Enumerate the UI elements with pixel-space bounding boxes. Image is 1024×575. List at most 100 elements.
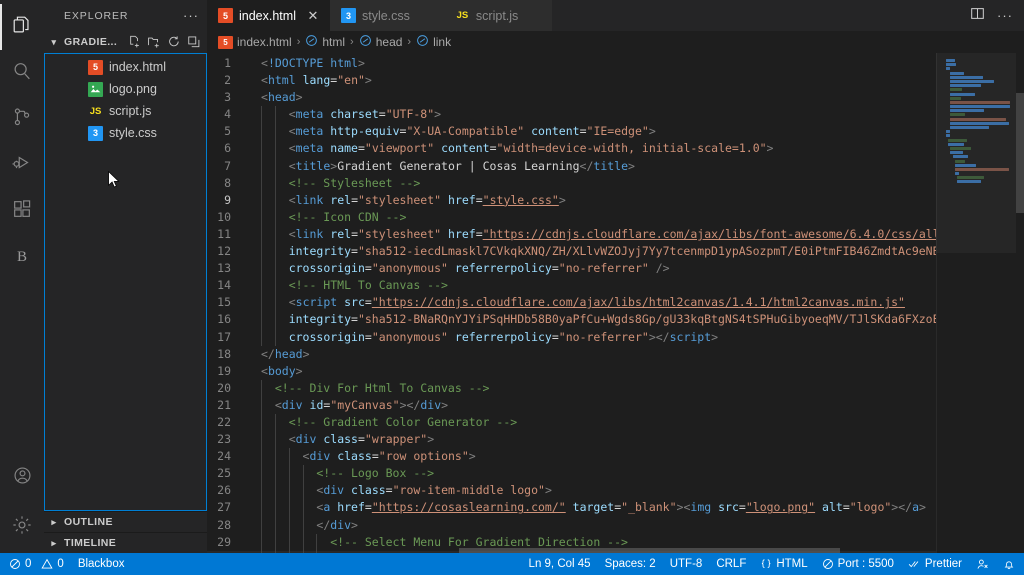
scrollbar-thumb[interactable] [1016,93,1024,213]
line-content: <html lang="en"> [251,72,372,89]
code-line[interactable]: 7 <title>Gradient Generator | Cosas Lear… [207,158,936,175]
editor-tabs: 5 index.html ✕ 3 style.css JS script.js [207,0,1024,31]
code-line[interactable]: 26 <div class="row-item-middle logo"> [207,482,936,499]
code-line[interactable]: 6 <meta name="viewport" content="width=d… [207,140,936,157]
close-icon[interactable]: ✕ [306,8,320,24]
sidebar-section-outline[interactable]: ▸ OUTLINE [44,511,207,532]
code-line[interactable]: 24 <div class="row options"> [207,448,936,465]
line-content: <!-- Gradient Color Generator --> [251,414,517,431]
activity-item-settings[interactable] [0,501,44,553]
file-item-script-js[interactable]: JS script.js [44,100,207,122]
code-line[interactable]: 28 </div> [207,517,936,534]
code-line[interactable]: 18</head> [207,346,936,363]
breadcrumb-separator: › [350,36,354,48]
code-line[interactable]: 16 integrity="sha512-BNaRQnYJYiPSqHHDb58… [207,311,936,328]
code-line[interactable]: 11 <link rel="stylesheet" href="https://… [207,226,936,243]
account-icon [12,465,33,491]
tab-index-html[interactable]: 5 index.html ✕ [207,0,330,31]
folder-section-header[interactable]: ▾ GRADIE... [44,31,207,53]
file-explorer-list: 5 index.html logo.png JS script.js 3 sty… [44,53,207,511]
status-cursor-position[interactable]: Ln 9, Col 45 [522,553,598,575]
collapse-all-icon[interactable] [187,35,201,49]
tab-script-js[interactable]: JS script.js [444,0,552,31]
minimap[interactable] [936,53,1024,553]
line-content: <title>Gradient Generator | Cosas Learni… [251,158,635,175]
code-line[interactable]: 14 <!-- HTML To Canvas --> [207,277,936,294]
line-number: 3 [207,89,251,106]
code-text[interactable]: 1<!DOCTYPE html>2<html lang="en">3<head>… [207,53,936,553]
activity-item-extensions[interactable] [0,188,44,234]
code-line[interactable]: 10 <!-- Icon CDN --> [207,209,936,226]
split-editor-icon[interactable] [970,6,985,26]
port-label: Port : 5500 [838,558,894,570]
code-line[interactable]: 21 <div id="myCanvas"></div> [207,397,936,414]
code-line[interactable]: 4 <meta charset="UTF-8"> [207,106,936,123]
breadcrumb-item-file[interactable]: 5 index.html [218,35,292,49]
refresh-icon[interactable] [167,35,181,49]
code-line[interactable]: 2<html lang="en"> [207,72,936,89]
code-line[interactable]: 20 <!-- Div For Html To Canvas --> [207,380,936,397]
status-eol[interactable]: CRLF [709,553,753,575]
line-number: 9 [207,192,251,209]
breadcrumb-item-html[interactable]: html [305,34,345,50]
code-line[interactable]: 13 crossorigin="anonymous" referrerpolic… [207,260,936,277]
activity-item-source-control[interactable] [0,96,44,142]
more-actions-icon[interactable]: ··· [997,12,1013,20]
activity-item-accounts[interactable] [0,455,44,501]
code-line[interactable]: 19<body> [207,363,936,380]
symbol-field-icon [359,34,372,50]
line-number: 18 [207,346,251,363]
code-line[interactable]: 27 <a href="https://cosaslearning.com/" … [207,499,936,516]
breadcrumb-item-link[interactable]: link [416,34,451,50]
code-line[interactable]: 15 <script src="https://cdnjs.cloudflare… [207,294,936,311]
status-encoding[interactable]: UTF-8 [663,553,710,575]
file-item-index-html[interactable]: 5 index.html [44,56,207,78]
sidebar-header: EXPLORER ··· [44,0,207,31]
status-bar-right: Ln 9, Col 45 Spaces: 2 UTF-8 CRLF HTML [522,553,1022,575]
code-editor[interactable]: 1<!DOCTYPE html>2<html lang="en">3<head>… [207,53,1024,553]
file-item-logo-png[interactable]: logo.png [44,78,207,100]
vertical-scrollbar[interactable] [1016,53,1024,553]
status-blackbox[interactable]: Blackbox [71,553,132,575]
code-line[interactable]: 9 <link rel="stylesheet" href="style.css… [207,192,936,209]
file-item-style-css[interactable]: 3 style.css [44,122,207,144]
line-number: 16 [207,311,251,328]
code-line[interactable]: 1<!DOCTYPE html> [207,55,936,72]
status-notifications[interactable] [996,553,1022,575]
status-remote[interactable] [969,553,996,575]
status-problems[interactable]: 0 0 [2,553,71,575]
line-content: <meta charset="UTF-8"> [251,106,441,123]
code-line[interactable]: 23 <div class="wrapper"> [207,431,936,448]
remote-icon [976,558,989,571]
status-indentation[interactable]: Spaces: 2 [598,553,663,575]
gear-icon [11,514,33,541]
activity-bar: B [0,0,44,553]
code-line[interactable]: 3<head> [207,89,936,106]
line-number: 5 [207,123,251,140]
status-prettier[interactable]: Prettier [901,553,969,575]
status-live-server-port[interactable]: Port : 5500 [815,553,901,575]
code-line[interactable]: 12 integrity="sha512-iecdLmaskl7CVkqkXNQ… [207,243,936,260]
code-line[interactable]: 5 <meta http-equiv="X-UA-Compatible" con… [207,123,936,140]
activity-item-search[interactable] [0,50,44,96]
horizontal-scrollbar[interactable] [459,548,840,553]
sidebar-section-timeline[interactable]: ▸ TIMELINE [44,532,207,553]
code-line[interactable]: 22 <!-- Gradient Color Generator --> [207,414,936,431]
breadcrumb-item-head[interactable]: head [359,34,403,50]
activity-item-explorer[interactable] [0,4,44,50]
code-line[interactable]: 17 crossorigin="anonymous" referrerpolic… [207,329,936,346]
minimap-content [946,59,1020,185]
code-line[interactable]: 8 <!-- Stylesheet --> [207,175,936,192]
code-line[interactable]: 25 <!-- Logo Box --> [207,465,936,482]
sidebar-more-actions-icon[interactable]: ··· [183,8,199,23]
line-content: <script src="https://cdnjs.cloudflare.co… [251,294,905,311]
status-language-mode[interactable]: HTML [753,553,814,575]
html-file-icon: 5 [88,60,103,75]
line-number: 22 [207,414,251,431]
tab-style-css[interactable]: 3 style.css [330,0,444,31]
code-viewport[interactable]: 1<!DOCTYPE html>2<html lang="en">3<head>… [207,53,936,553]
new-folder-icon[interactable] [147,35,161,49]
new-file-icon[interactable] [127,35,141,49]
activity-item-blackbox[interactable]: B [0,234,44,280]
activity-item-run-and-debug[interactable] [0,142,44,188]
